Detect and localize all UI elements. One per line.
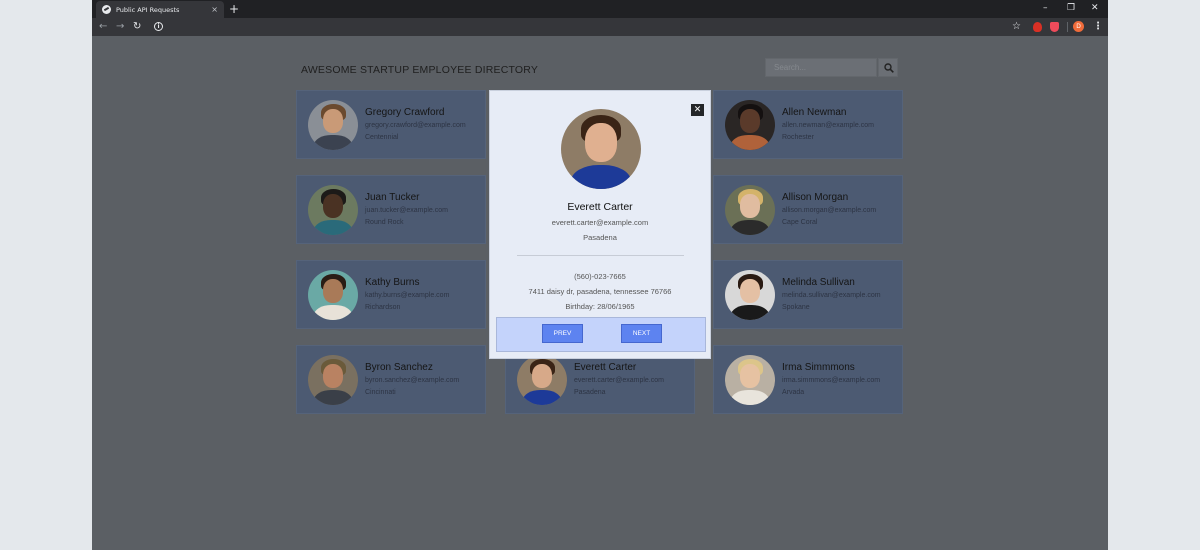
employee-name: Kathy Burns [365, 277, 420, 288]
employee-email: allen.newman@example.com [782, 122, 874, 129]
extension-icon[interactable] [1033, 22, 1042, 32]
modal-footer: PREV NEXT [496, 317, 706, 352]
modal-divider [517, 255, 684, 256]
employee-email: byron.sanchez@example.com [365, 377, 460, 384]
employee-avatar [308, 355, 358, 405]
employee-avatar [725, 185, 775, 235]
modal-avatar [561, 109, 641, 189]
employee-card[interactable]: Irma Simmmons irma.simmmons@example.com Ar… [713, 345, 903, 414]
tab-public-api-requests[interactable]: Public API Requests × [96, 1, 224, 18]
employee-name: Allison Morgan [782, 192, 849, 203]
employee-city: Cincinnati [365, 389, 396, 396]
employee-avatar [308, 185, 358, 235]
next-button[interactable]: NEXT [621, 324, 662, 343]
globe-icon [102, 5, 111, 14]
tab-title: Public API Requests [116, 5, 180, 14]
shield-extension-icon[interactable] [1050, 22, 1059, 32]
employee-name: Irma Simmmons [782, 362, 855, 373]
employee-email: kathy.burns@example.com [365, 292, 450, 299]
employee-avatar [725, 100, 775, 150]
toolbar-divider [1067, 22, 1068, 32]
modal-address: 7411 daisy dr, pasadena, tennessee 76766 [528, 287, 672, 296]
employee-name: Juan Tucker [365, 192, 420, 203]
restore-button[interactable]: ❐ [1067, 2, 1075, 14]
employee-email: allison.morgan@example.com [782, 207, 877, 214]
new-tab-button[interactable]: + [229, 2, 239, 16]
tab-bar: Public API Requests × + – ❐ ✕ [92, 0, 1108, 18]
employee-email: irma.simmmons@example.com [782, 377, 881, 384]
employee-name: Everett Carter [574, 362, 637, 373]
profile-avatar-button[interactable]: D [1073, 21, 1084, 32]
page-viewport: AWESOME STARTUP EMPLOYEE DIRECTORY Grego… [92, 36, 1108, 550]
employee-email: everett.carter@example.com [574, 377, 664, 384]
employee-card[interactable]: Juan Tucker juan.tucker@example.com Round … [296, 175, 486, 244]
tab-close-icon[interactable]: × [211, 5, 218, 14]
employee-city: Round Rock [365, 219, 404, 226]
close-window-button[interactable]: ✕ [1091, 2, 1099, 14]
prev-button[interactable]: PREV [542, 324, 583, 343]
employee-city: Arvada [782, 389, 805, 396]
search-input[interactable] [765, 58, 877, 77]
employee-city: Spokane [782, 304, 810, 311]
back-button[interactable]: ← [99, 20, 107, 34]
employee-card[interactable]: Byron Sanchez byron.sanchez@example.com Ci… [296, 345, 486, 414]
employee-card[interactable]: Gregory Crawford gregory.crawford@example… [296, 90, 486, 159]
modal-email: everett.carter@example.com [551, 218, 649, 227]
modal-birthday: Birthday: 28/06/1965 [565, 302, 635, 311]
employee-city: Richardson [365, 304, 401, 311]
search-icon [884, 63, 894, 73]
employee-name: Byron Sanchez [365, 362, 433, 373]
employee-card[interactable]: Kathy Burns kathy.burns@example.com Richar… [296, 260, 486, 329]
modal-phone: (560)-023-7665 [574, 272, 626, 281]
employee-modal: ✕ Everett Carter everett.carter@example.… [489, 90, 711, 359]
site-info-icon[interactable]: i [154, 22, 163, 31]
page-title: AWESOME STARTUP EMPLOYEE DIRECTORY [301, 64, 539, 76]
employee-city: Rochester [782, 134, 814, 141]
reload-button[interactable]: ↻ [133, 20, 141, 34]
employee-name: Allen Newman [782, 107, 847, 118]
modal-name: Everett Carter [567, 201, 633, 213]
employee-avatar [517, 355, 567, 405]
employee-city: Cape Coral [782, 219, 818, 226]
employee-name: Gregory Crawford [365, 107, 445, 118]
employee-card[interactable]: Melinda Sullivan melinda.sullivan@example… [713, 260, 903, 329]
search-button[interactable] [878, 58, 898, 77]
browser-toolbar: ← → ↻ i ☆ D ⋮ [92, 18, 1108, 36]
browser-window: Public API Requests × + – ❐ ✕ ← → ↻ i ☆ … [92, 0, 1108, 550]
browser-menu-icon[interactable]: ⋮ [1093, 21, 1104, 32]
employee-email: gregory.crawford@example.com [365, 122, 466, 129]
employee-email: melinda.sullivan@example.com [782, 292, 881, 299]
forward-button[interactable]: → [116, 20, 124, 34]
minimize-button[interactable]: – [1043, 2, 1048, 14]
employee-card[interactable]: Allen Newman allen.newman@example.com Roch… [713, 90, 903, 159]
bookmark-star-icon[interactable]: ☆ [1012, 21, 1023, 32]
employee-name: Melinda Sullivan [782, 277, 855, 288]
employee-avatar [725, 355, 775, 405]
employee-avatar [308, 100, 358, 150]
modal-city: Pasadena [583, 233, 617, 242]
employee-avatar [308, 270, 358, 320]
employee-city: Centennial [365, 134, 399, 141]
employee-card[interactable]: Allison Morgan allison.morgan@example.com… [713, 175, 903, 244]
employee-email: juan.tucker@example.com [365, 207, 448, 214]
employee-city: Pasadena [574, 389, 606, 396]
modal-close-button[interactable]: ✕ [691, 104, 704, 116]
employee-avatar [725, 270, 775, 320]
